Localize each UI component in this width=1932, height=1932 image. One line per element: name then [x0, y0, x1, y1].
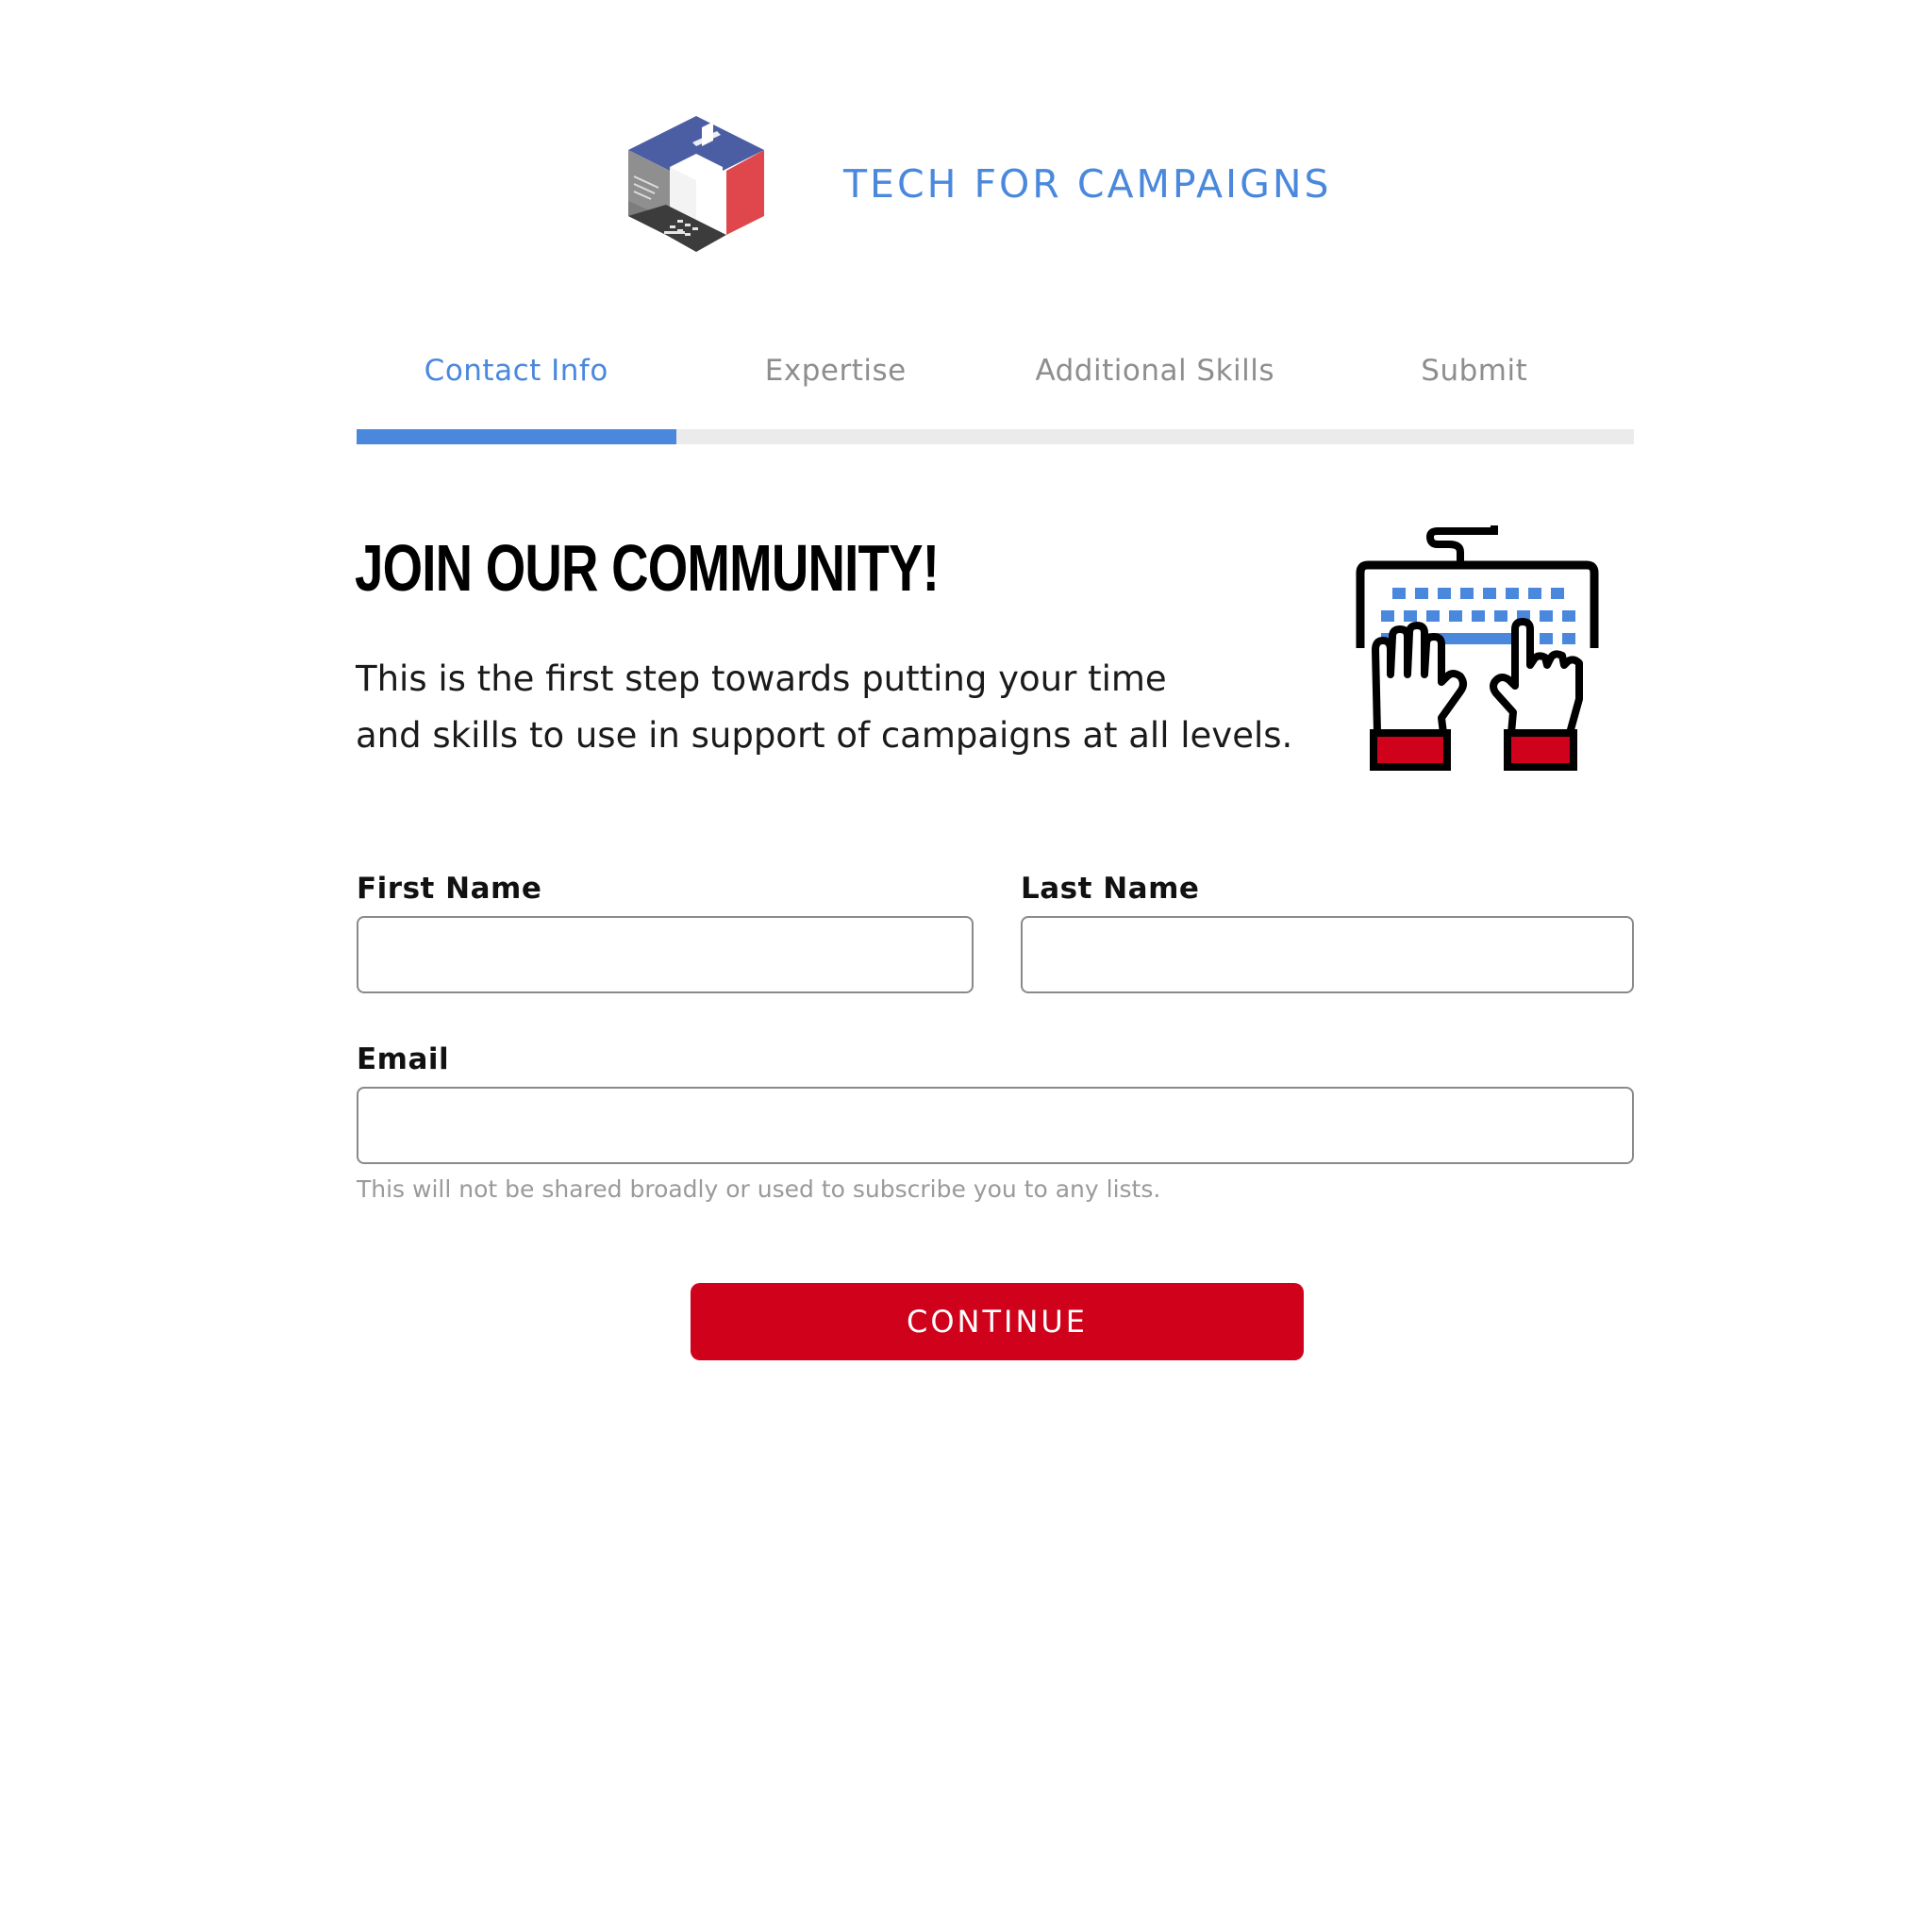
- page-title: JOIN OUR COMMUNITY!: [355, 531, 940, 605]
- email-label: Email: [357, 1042, 450, 1076]
- intro-text: This is the first step towards putting y…: [356, 651, 1337, 764]
- email-help-text: This will not be shared broadly or used …: [357, 1175, 1161, 1203]
- last-name-label: Last Name: [1021, 872, 1200, 906]
- intro-line-1: This is the first step towards putting y…: [356, 658, 1167, 699]
- brand-header: TECH FOR CAMPAIGNS: [623, 108, 1340, 259]
- hands-typing-keyboard-icon: [1356, 525, 1599, 771]
- brand-logo-icon: [628, 116, 764, 252]
- progress-fill: [357, 429, 676, 444]
- signup-page: TECH FOR CAMPAIGNS Contact Info Expertis…: [0, 0, 1932, 1932]
- first-name-label: First Name: [357, 872, 542, 906]
- step-tabs: Contact Info Expertise Additional Skills…: [357, 354, 1634, 410]
- step-additional-skills[interactable]: Additional Skills: [995, 354, 1315, 410]
- last-name-input[interactable]: [1021, 916, 1634, 993]
- step-expertise[interactable]: Expertise: [676, 354, 996, 410]
- email-input[interactable]: [357, 1087, 1634, 1164]
- step-contact-info[interactable]: Contact Info: [357, 354, 676, 410]
- intro-line-2: and skills to use in support of campaign…: [356, 715, 1293, 756]
- first-name-input[interactable]: [357, 916, 974, 993]
- step-submit[interactable]: Submit: [1315, 354, 1635, 410]
- progress-track: [357, 429, 1634, 444]
- continue-button[interactable]: CONTINUE: [691, 1283, 1304, 1360]
- brand-name: TECH FOR CAMPAIGNS: [843, 161, 1332, 207]
